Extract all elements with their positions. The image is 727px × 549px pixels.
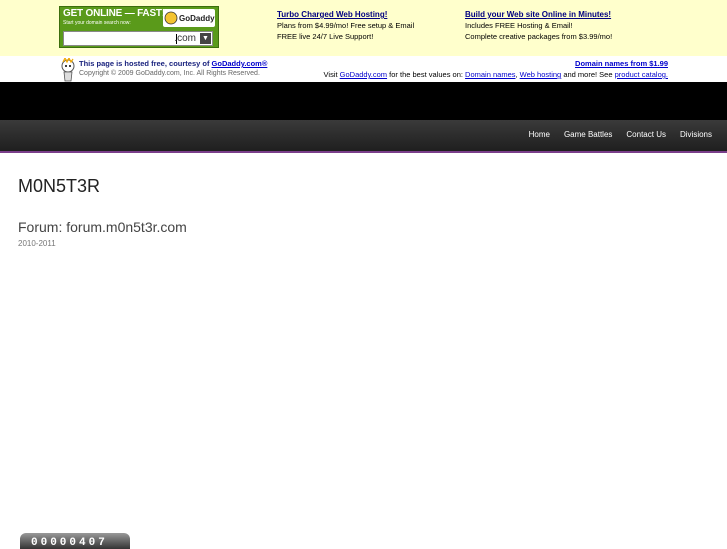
ad-column-hosting: Turbo Charged Web Hosting! Plans from $4… [277, 9, 414, 42]
nav-item-contact-us[interactable]: Contact Us [626, 130, 666, 139]
hosting-ad-link[interactable]: Turbo Charged Web Hosting! [277, 10, 387, 19]
nav-menu: Home Game Battles Contact Us Divisions [515, 130, 712, 139]
hit-counter: 00000407 [20, 533, 130, 549]
site-title: M0N5T3R [18, 176, 101, 196]
visit-middle: for the best values on: [389, 70, 463, 79]
nav-item-game-battles[interactable]: Game Battles [564, 130, 612, 139]
nav-item-divisions[interactable]: Divisions [680, 130, 712, 139]
hosting-ad-line1: Plans from $4.99/mo! Free setup & Email [277, 21, 415, 30]
years-text: 2010-2011 [18, 239, 56, 248]
domain-search-promo[interactable]: GET ONLINE — FAST! Start your domain sea… [59, 6, 219, 48]
web-hosting-link[interactable]: Web hosting [520, 70, 562, 79]
website-ad-link[interactable]: Build your Web site Online in Minutes! [465, 10, 611, 19]
hosted-notice: This page is hosted free, courtesy of Go… [79, 59, 267, 68]
godaddy-link[interactable]: GoDaddy.com® [212, 59, 268, 68]
copyright-text: Copyright © 2009 GoDaddy.com, Inc. All R… [79, 70, 260, 77]
svg-text:GoDaddy: GoDaddy [179, 14, 215, 23]
forum-title: Forum: forum.m0n5t3r.com [18, 219, 187, 235]
hosting-ad-line2: FREE live 24/7 Live Support! [277, 32, 374, 41]
product-catalog-link[interactable]: product catalog. [615, 70, 668, 79]
godaddy-mascot-icon [61, 58, 75, 82]
site-header-banner [0, 82, 727, 120]
domain-names-link[interactable]: Domain names from $1.99 [575, 59, 668, 68]
nav-item-home[interactable]: Home [529, 130, 550, 139]
visit-text: Visit GoDaddy.com for the best values on… [323, 70, 668, 79]
tld-select-value[interactable]: .com [174, 33, 196, 44]
main-nav: Home Game Battles Contact Us Divisions [0, 120, 727, 153]
domain-search-input[interactable]: .com ▼ [63, 31, 213, 46]
website-ad-line1: Includes FREE Hosting & Email! [465, 21, 573, 30]
ad-column-website: Build your Web site Online in Minutes! I… [465, 9, 612, 42]
chevron-down-icon[interactable]: ▼ [200, 33, 211, 44]
hosted-text: This page is hosted free, courtesy of [79, 59, 210, 68]
website-ad-line2: Complete creative packages from $3.99/mo… [465, 32, 613, 41]
hosting-strip: This page is hosted free, courtesy of Go… [0, 56, 727, 82]
promo-subtitle: Start your domain search now: [63, 20, 131, 26]
ad-banner: GET ONLINE — FAST! Start your domain sea… [0, 0, 727, 56]
visit-prefix: Visit [323, 70, 338, 79]
visit-suffix: and more! See [563, 70, 613, 79]
domain-names-visit-link[interactable]: Domain names [465, 70, 515, 79]
hit-counter-value: 00000407 [31, 537, 108, 549]
godaddy-logo-icon: GoDaddy [163, 9, 215, 27]
promo-title: GET ONLINE — FAST! [63, 8, 165, 19]
godaddy-visit-link[interactable]: GoDaddy.com [340, 70, 387, 79]
